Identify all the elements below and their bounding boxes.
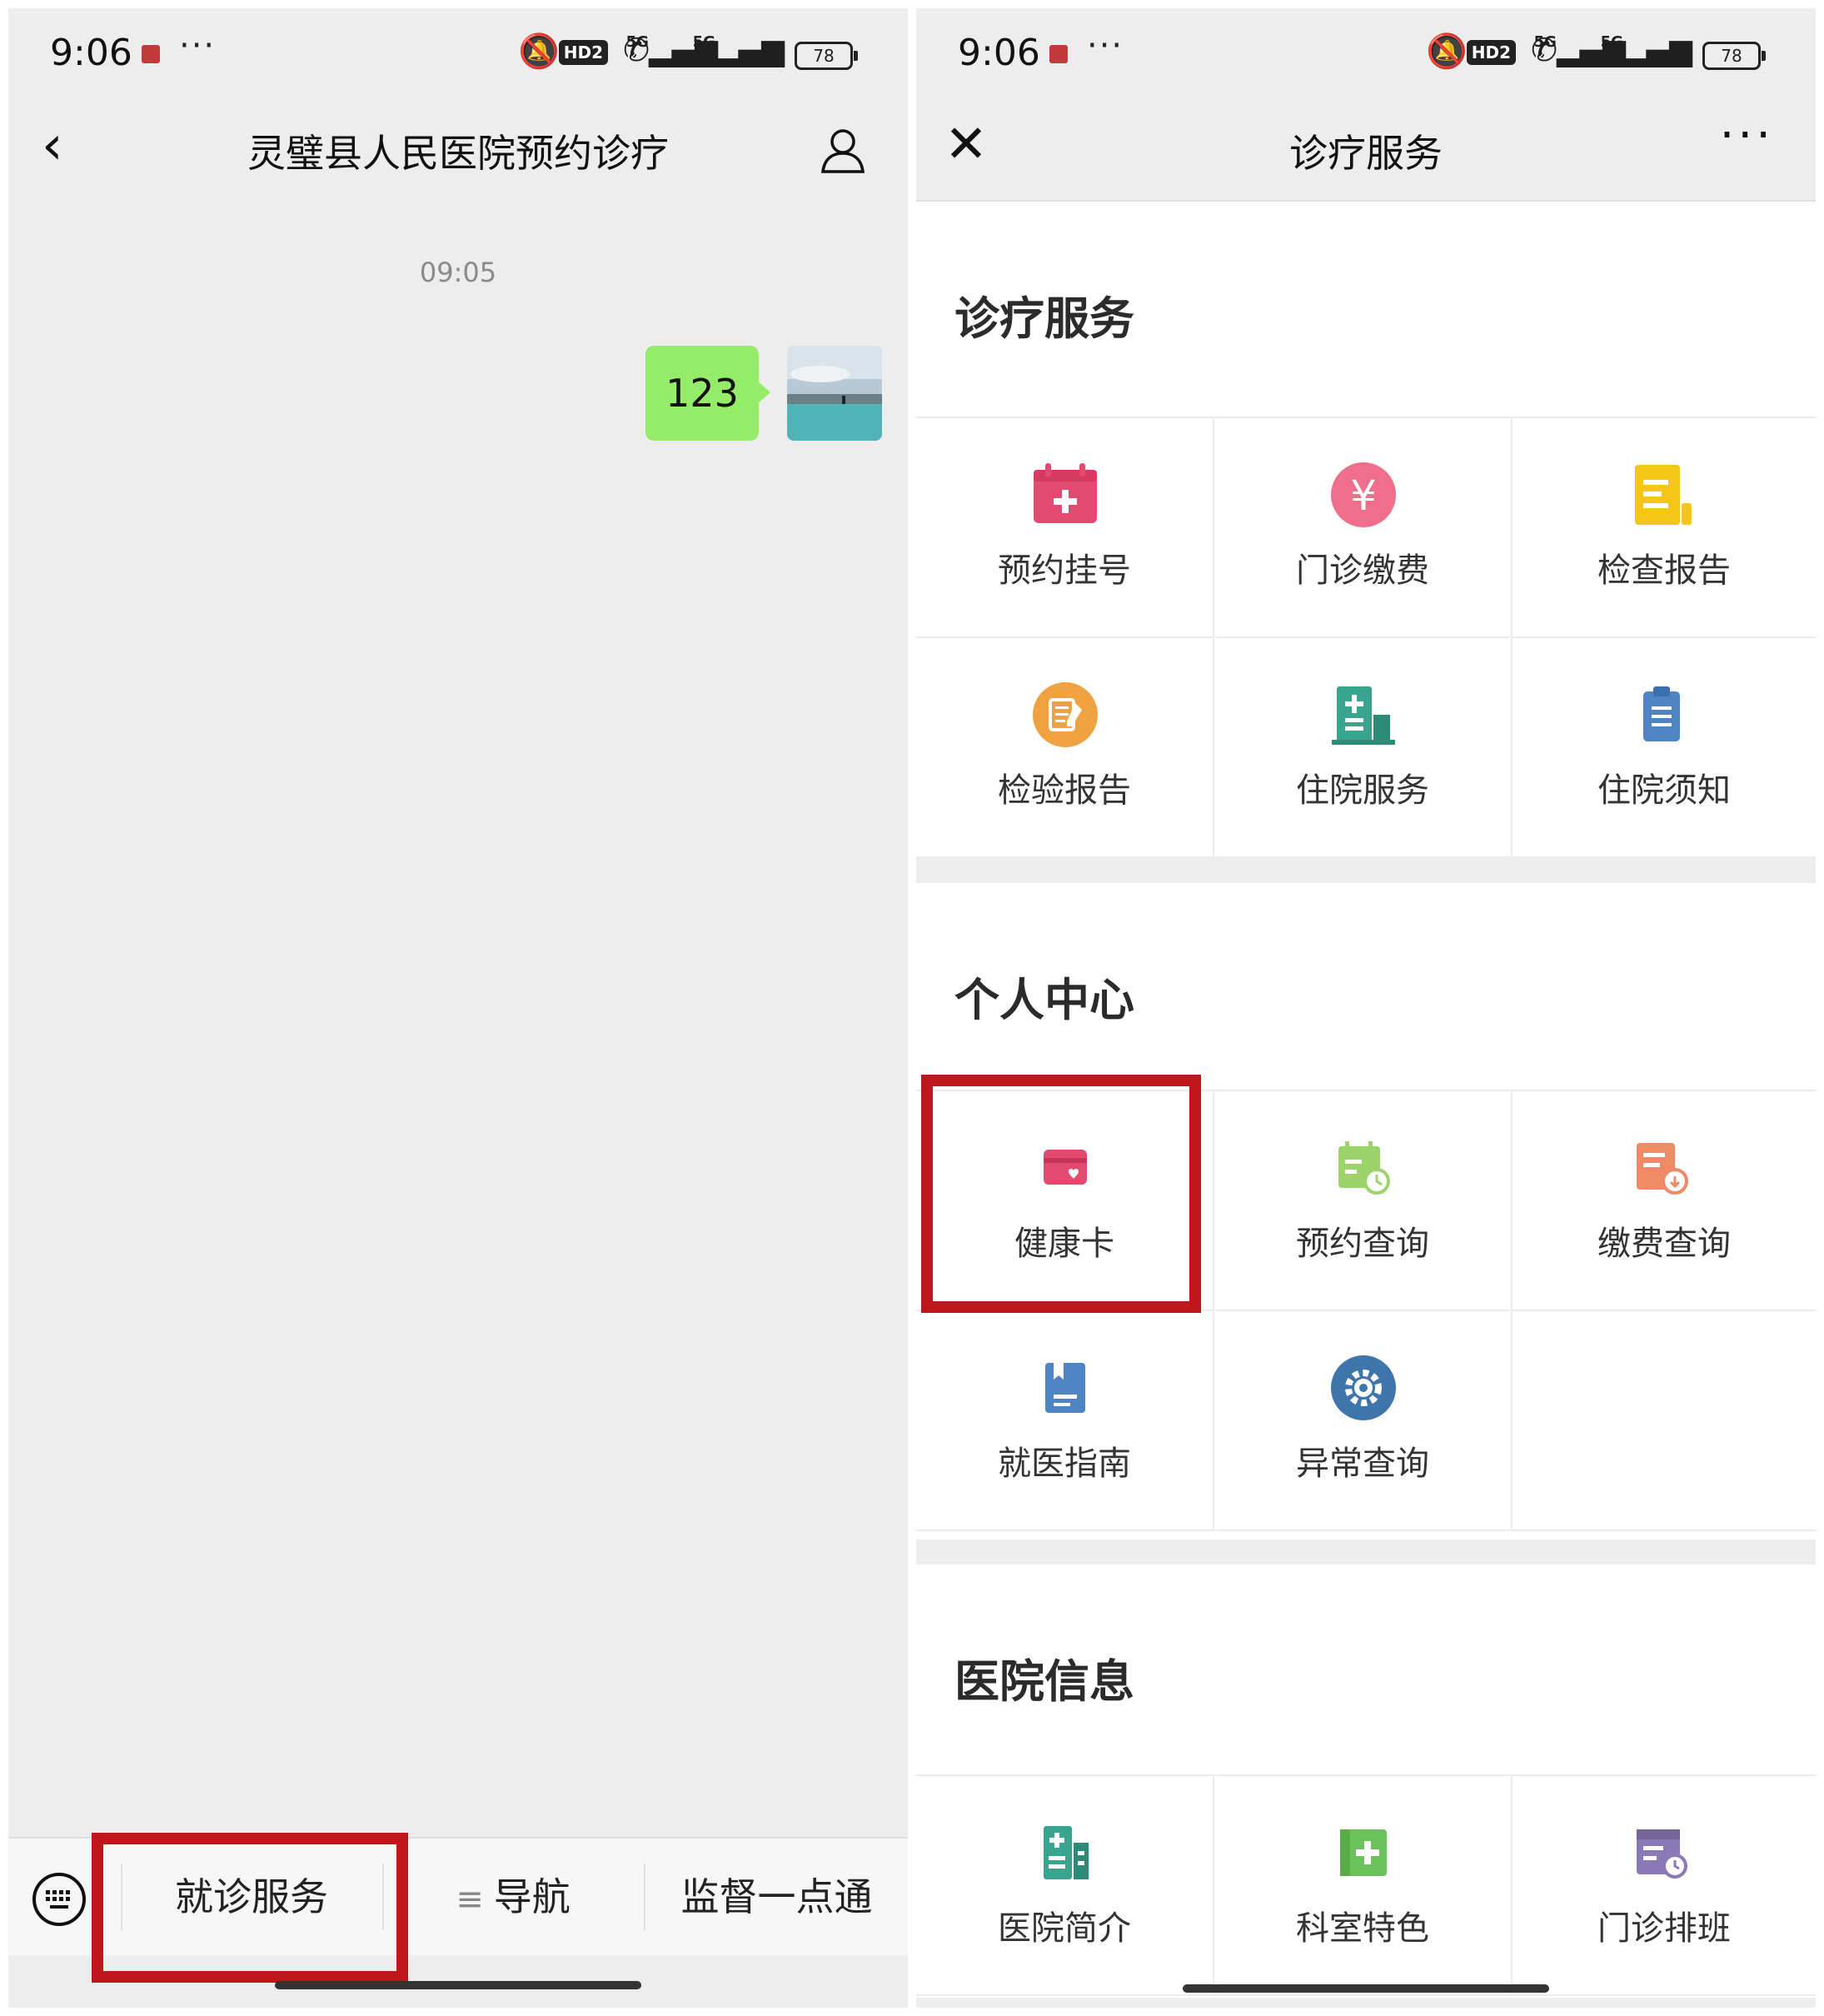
service-inpatient[interactable]: 住院服务 (1214, 638, 1513, 858)
hd-voice-badge: HD2 (1466, 40, 1516, 65)
clinical-services-grid: 预约挂号 ¥ 门诊缴费 检查报告 检验报告 住院服务 住院须知 (916, 417, 1816, 860)
highlight-box (921, 1075, 1201, 1313)
service-label: 住院服务 (1296, 771, 1429, 810)
service-label: 门诊缴费 (1296, 551, 1429, 590)
guide-book-icon (1045, 1363, 1085, 1413)
notification-icon (1049, 45, 1068, 63)
chat-nav-bar: ‹ 灵璧县人民医院预约诊疗 (8, 100, 908, 200)
clipboard-icon (1643, 686, 1680, 741)
service-label: 医院简介 (998, 1909, 1131, 1948)
service-department-features[interactable]: 科室特色 (1214, 1776, 1513, 1996)
message-timestamp: 09:05 (419, 257, 497, 288)
service-medical-guide[interactable]: 就医指南 (916, 1311, 1214, 1531)
menu-item-navigation-label: 导航 (493, 1874, 571, 1919)
section-hospital-info: 医院信息 医院简介 科室特色 门诊排班 (916, 1564, 1816, 1998)
service-outpatient-payment[interactable]: ¥ 门诊缴费 (1214, 418, 1513, 638)
signal-icon-2: 5G▂▄▆ (692, 33, 785, 67)
status-time: 9:06 (958, 32, 1040, 74)
battery-icon: 78 (795, 42, 858, 70)
service-exam-report[interactable]: 检查报告 (1513, 418, 1816, 638)
report-icon (1635, 465, 1692, 525)
calendar-plus-icon (1034, 463, 1097, 523)
service-lab-report[interactable]: 检验报告 (916, 638, 1214, 858)
service-label: 门诊排班 (1597, 1909, 1731, 1948)
service-label: 预约挂号 (998, 551, 1131, 590)
service-label: 预约查询 (1296, 1225, 1429, 1263)
service-label: 检查报告 (1597, 551, 1731, 590)
hospital-info-grid: 医院简介 科室特色 门诊排班 (916, 1774, 1816, 1999)
service-nav-bar: ✕ 诊疗服务 ··· (916, 100, 1816, 202)
service-label: 就医指南 (998, 1445, 1131, 1483)
service-appointment-query[interactable]: 预约查询 (1214, 1091, 1513, 1311)
home-indicator (275, 1981, 641, 1989)
status-time: 9:06 (50, 32, 132, 74)
notification-icon (142, 45, 160, 63)
profile-icon[interactable] (818, 125, 868, 178)
status-bar: 9:06 ··· 🔕 HD2 ✆ 5G▂▄▆ 5G▂▄▆ 78 (916, 8, 1816, 100)
section-clinical-services: 诊疗服务 预约挂号 ¥ 门诊缴费 检查报告 检验报告 住院服务 住院须知 (916, 202, 1816, 858)
home-indicator (1183, 1984, 1549, 1993)
menu-item-supervision[interactable]: 监督一点通 (645, 1839, 908, 1955)
service-label: 异常查询 (1296, 1445, 1429, 1483)
signal-icon-2: 5G▂▄▆ (1600, 33, 1692, 67)
yen-icon: ¥ (1331, 462, 1396, 527)
service-abnormal-query[interactable]: 异常查询 (1214, 1311, 1513, 1531)
service-label: 缴费查询 (1597, 1225, 1731, 1263)
chat-screen: 9:06 ··· 🔕 HD2 ✆ 5G▂▄▆ 5G▂▄▆ 78 ‹ 灵璧县人民医… (8, 8, 908, 2008)
more-notifications-icon: ··· (1087, 27, 1124, 65)
more-notifications-icon: ··· (179, 27, 217, 65)
service-payment-query[interactable]: 缴费查询 (1513, 1091, 1816, 1311)
hospital-intro-icon (1044, 1826, 1089, 1879)
keyboard-icon[interactable] (32, 1872, 87, 1930)
svg-text:¥: ¥ (1350, 472, 1377, 520)
gear-icon (1331, 1355, 1396, 1420)
hospital-building-icon (1332, 686, 1395, 745)
lab-report-icon (1033, 682, 1098, 747)
hd-voice-badge: HD2 (558, 40, 608, 65)
section-title-hospital: 医院信息 (954, 1655, 1134, 1708)
more-icon[interactable]: ··· (1720, 108, 1774, 162)
service-label: 检验报告 (998, 771, 1131, 810)
empty-cell (1513, 1311, 1816, 1531)
service-label: 住院须知 (1597, 771, 1731, 810)
mute-icon: 🔕 (518, 32, 560, 71)
highlight-box (92, 1833, 408, 1983)
chat-title: 灵璧县人民医院预约诊疗 (247, 131, 669, 176)
message-bubble[interactable]: 123 (645, 346, 770, 441)
menu-item-navigation[interactable]: ≡ 导航 (384, 1839, 642, 1955)
department-icon (1340, 1829, 1387, 1876)
menu-lines-icon: ≡ (456, 1880, 484, 1919)
mute-icon: 🔕 (1426, 32, 1468, 71)
service-outpatient-schedule[interactable]: 门诊排班 (1513, 1776, 1816, 1996)
calendar-clock-icon (1338, 1141, 1390, 1195)
payment-query-icon (1637, 1143, 1688, 1195)
service-hospital-intro[interactable]: 医院简介 (916, 1776, 1214, 1996)
schedule-icon (1637, 1829, 1687, 1879)
section-title-clinical: 诊疗服务 (954, 292, 1134, 345)
service-title: 诊疗服务 (1289, 131, 1443, 176)
battery-icon: 78 (1702, 42, 1766, 70)
user-avatar[interactable] (787, 346, 882, 441)
section-title-personal: 个人中心 (954, 974, 1134, 1026)
service-label: 科室特色 (1296, 1909, 1429, 1948)
service-inpatient-notice[interactable]: 住院须知 (1513, 638, 1816, 858)
status-bar: 9:06 ··· 🔕 HD2 ✆ 5G▂▄▆ 5G▂▄▆ 78 (8, 8, 908, 100)
service-screen: 9:06 ··· 🔕 HD2 ✆ 5G▂▄▆ 5G▂▄▆ 78 ✕ 诊疗服务 ·… (916, 8, 1816, 2008)
service-appointment[interactable]: 预约挂号 (916, 418, 1214, 638)
